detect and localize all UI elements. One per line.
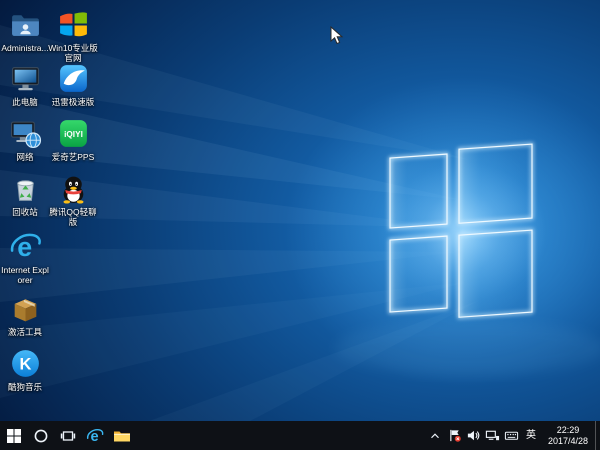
icon-label: 迅雷极速版 bbox=[51, 97, 95, 107]
windows-color-flag-icon bbox=[59, 12, 87, 37]
internet-explorer-icon: e bbox=[86, 428, 103, 445]
iqiyi-wordmark: iQIYI bbox=[64, 130, 83, 139]
icon-label: 网络 bbox=[16, 152, 34, 162]
tray-date: 2017/4/28 bbox=[547, 435, 588, 446]
windows-logo-icon bbox=[6, 428, 21, 443]
icon-label: Internet Explorer bbox=[1, 265, 49, 285]
speaker-icon bbox=[467, 430, 480, 441]
show-desktop-button[interactable] bbox=[595, 421, 600, 450]
file-explorer-icon bbox=[113, 431, 130, 441]
system-tray: 英 22:29 2017/4/28 bbox=[426, 421, 600, 450]
flag-alert-icon bbox=[450, 429, 461, 442]
icon-label: 腾讯QQ轻聊版 bbox=[49, 207, 97, 227]
icon-label: Win10专业版官网 bbox=[48, 43, 98, 63]
tray-expand-button[interactable] bbox=[426, 421, 445, 450]
computer-monitor-icon bbox=[11, 67, 39, 91]
chevron-up-icon bbox=[431, 432, 440, 438]
touch-keyboard-icon[interactable] bbox=[502, 421, 521, 450]
desktop-icon-administrator[interactable]: Administra... bbox=[0, 8, 50, 53]
search-button[interactable] bbox=[27, 421, 54, 450]
keyboard-icon bbox=[504, 431, 519, 440]
network-icon[interactable] bbox=[483, 421, 502, 450]
icon-label: 激活工具 bbox=[7, 327, 42, 337]
start-button[interactable] bbox=[0, 421, 27, 450]
cortana-circle-icon bbox=[34, 429, 47, 442]
kugou-music-icon: K bbox=[11, 350, 39, 377]
security-flag-icon[interactable] bbox=[445, 421, 464, 450]
tray-clock[interactable]: 22:29 2017/4/28 bbox=[541, 425, 595, 446]
tray-time: 22:29 bbox=[556, 425, 580, 435]
icon-label: 此电脑 bbox=[12, 97, 38, 107]
taskbar-explorer-button[interactable] bbox=[108, 421, 135, 450]
iqiyi-icon: iQIYI bbox=[59, 120, 87, 147]
icon-label: 爱奇艺PPS bbox=[51, 152, 95, 162]
desktop-icon-thunder[interactable]: 迅雷极速版 bbox=[48, 62, 98, 107]
volume-icon[interactable] bbox=[464, 421, 483, 450]
qq-penguin-icon bbox=[62, 176, 84, 204]
icon-label: Administra... bbox=[1, 43, 49, 53]
recycle-bin-icon bbox=[16, 180, 34, 201]
task-view-icon bbox=[60, 430, 75, 441]
desktop-icon-internet-explorer[interactable]: e Internet Explorer bbox=[0, 230, 50, 285]
taskbar: e 英 22:29 2017/4/28 bbox=[0, 421, 600, 450]
task-view-button[interactable] bbox=[54, 421, 81, 450]
desktop-icon-activation-tool[interactable]: 激活工具 bbox=[0, 292, 50, 337]
desktop-icon-recycle-bin[interactable]: 回收站 bbox=[0, 172, 50, 217]
icon-label: 回收站 bbox=[12, 207, 38, 217]
desktop-icon-this-pc[interactable]: 此电脑 bbox=[0, 62, 50, 107]
network-globe-icon bbox=[10, 121, 41, 149]
desktop-icon-win10-site[interactable]: Win10专业版官网 bbox=[48, 8, 98, 63]
desktop-icon-kugou[interactable]: K 酷狗音乐 bbox=[0, 347, 50, 392]
package-box-icon bbox=[14, 299, 36, 322]
user-folder-icon bbox=[11, 15, 39, 36]
taskbar-ie-button[interactable]: e bbox=[81, 421, 108, 450]
icon-label: 酷狗音乐 bbox=[7, 382, 42, 392]
desktop-icon-qq[interactable]: 腾讯QQ轻聊版 bbox=[48, 172, 98, 227]
desktop-icon-network[interactable]: 网络 bbox=[0, 117, 50, 162]
ethernet-monitor-icon bbox=[485, 430, 500, 441]
ime-indicator[interactable]: 英 bbox=[521, 421, 541, 450]
kugou-letter: K bbox=[19, 356, 31, 374]
desktop-icon-iqiyi[interactable]: iQIYI 爱奇艺PPS bbox=[48, 117, 98, 162]
thunder-bird-icon bbox=[59, 65, 87, 92]
internet-explorer-icon: e bbox=[10, 232, 41, 262]
windows-desktop: { "colors": { "wallpaper_blue": "#1673c2… bbox=[0, 0, 600, 450]
